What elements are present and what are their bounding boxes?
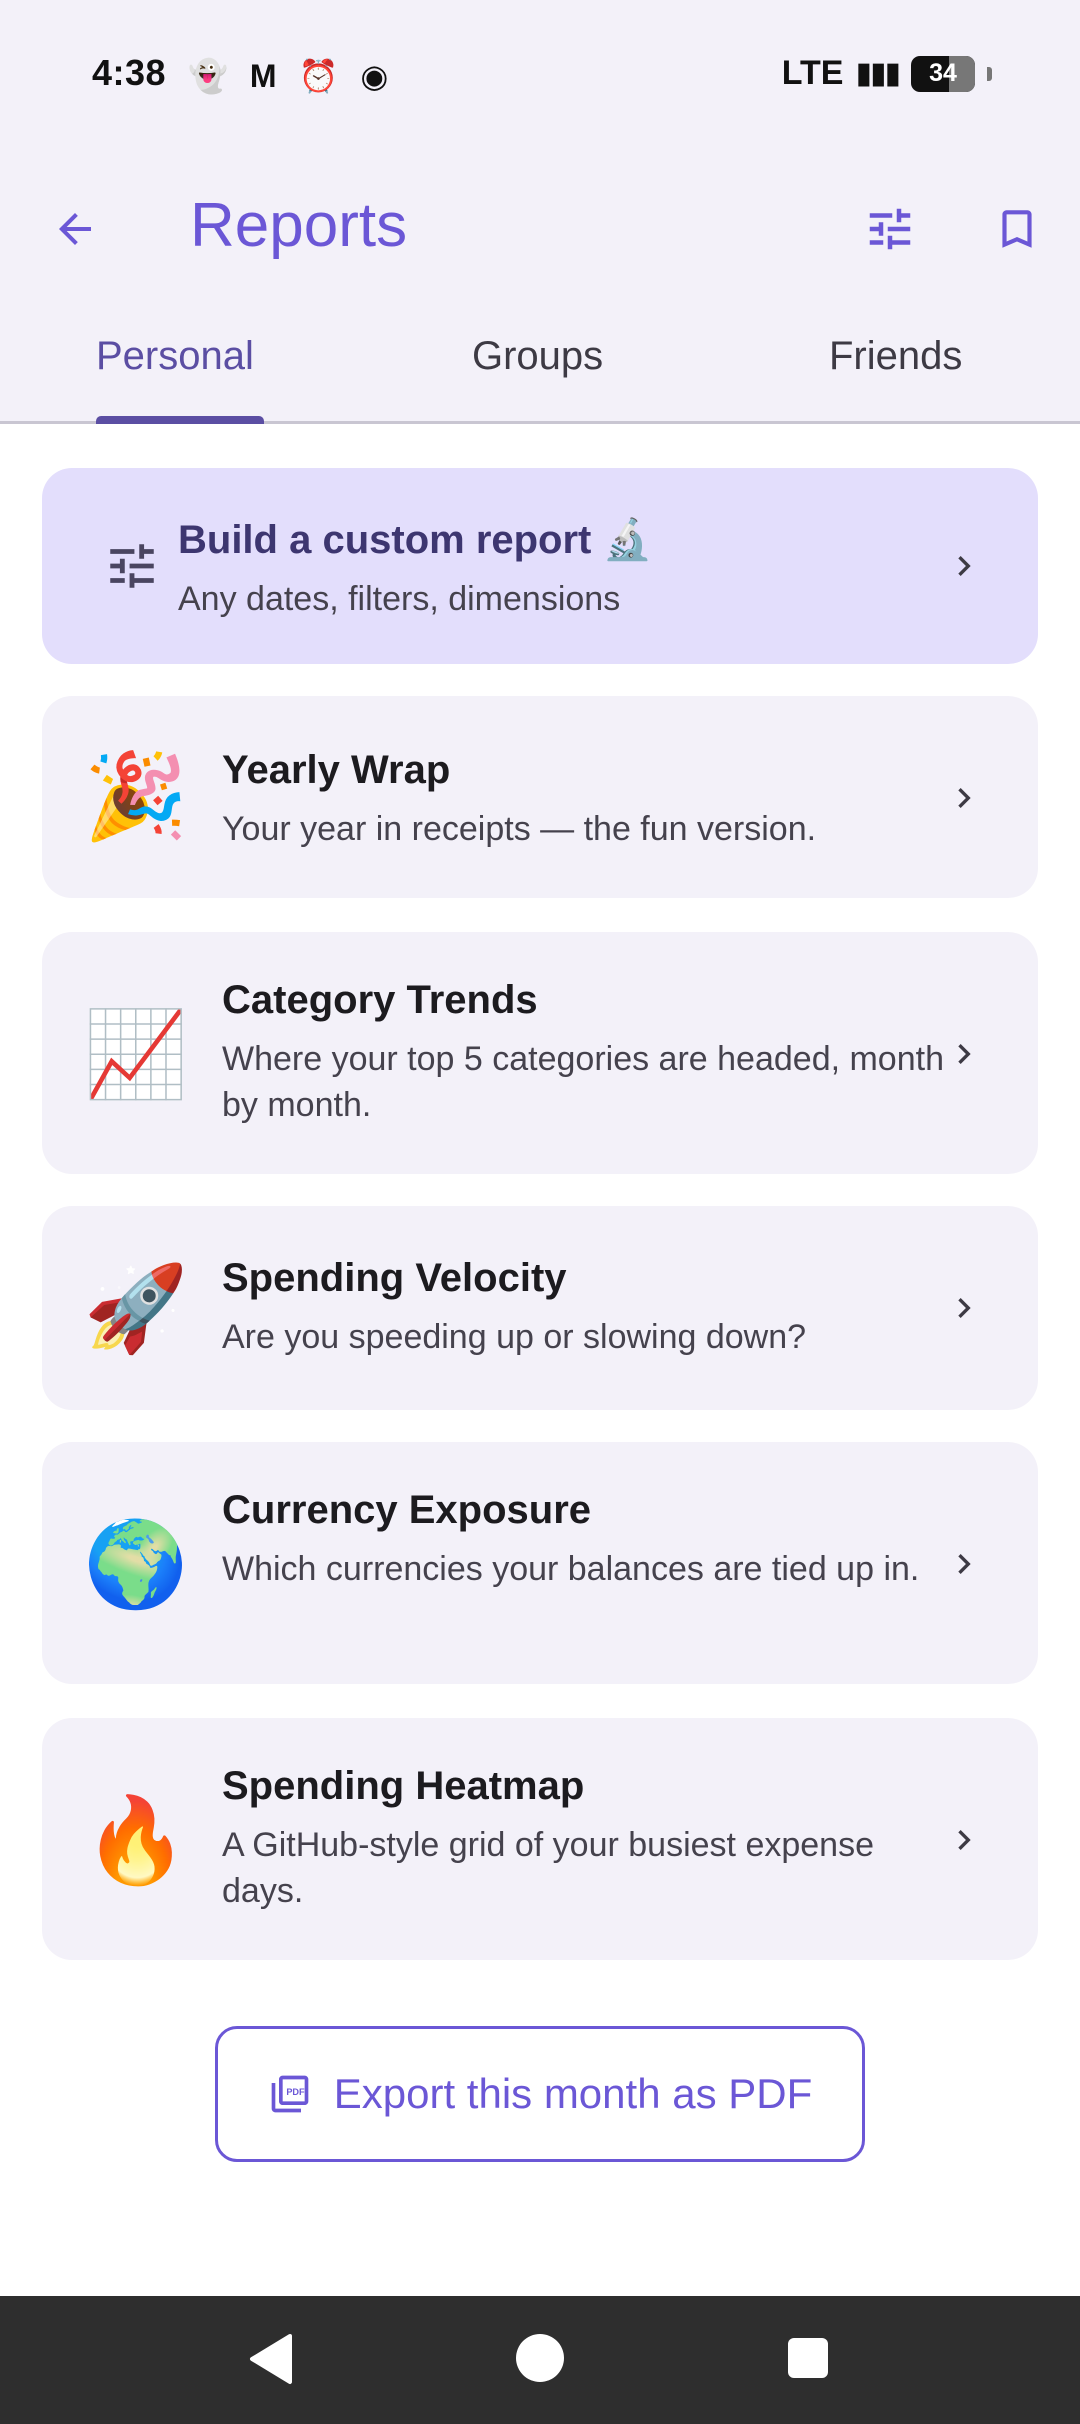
snapchat-icon: 👻 bbox=[188, 58, 228, 94]
nav-recents-icon[interactable] bbox=[788, 2338, 828, 2378]
chevron-right-icon bbox=[944, 1288, 984, 1328]
tab-personal[interactable]: Personal bbox=[96, 334, 254, 379]
fire-icon: 🔥 bbox=[83, 1793, 189, 1887]
chevron-right-icon bbox=[944, 546, 984, 586]
filter-button[interactable] bbox=[855, 194, 925, 264]
custom-report-subtitle: Any dates, filters, dimensions bbox=[178, 580, 621, 618]
chevron-right-icon bbox=[944, 1544, 984, 1584]
bookmark-button[interactable] bbox=[982, 194, 1052, 264]
network-type: LTE bbox=[781, 54, 844, 92]
report-subtitle: Your year in receipts — the fun version. bbox=[222, 810, 817, 848]
back-button[interactable] bbox=[40, 194, 110, 264]
chevron-right-icon bbox=[944, 778, 984, 818]
chevron-right-icon bbox=[944, 1820, 984, 1860]
report-card-category-trends[interactable]: 📈 Category Trends Where your top 5 categ… bbox=[42, 932, 1038, 1174]
tab-friends[interactable]: Friends bbox=[829, 334, 962, 379]
nav-home-icon[interactable] bbox=[516, 2334, 564, 2382]
report-subtitle: Where your top 5 categories are headed, … bbox=[222, 1040, 944, 1124]
report-card-yearly-wrap[interactable]: 🎉 Yearly Wrap Your year in receipts — th… bbox=[42, 696, 1038, 898]
app-bar: Reports bbox=[0, 150, 1080, 300]
notification-icons: 👻 M ⏰ ◉ bbox=[188, 56, 388, 96]
report-title: Spending Velocity bbox=[222, 1256, 567, 1300]
status-right: LTE ▮▮▮ 34 bbox=[782, 54, 992, 93]
report-card-currency-exposure[interactable]: 🌍 Currency Exposure Which currencies you… bbox=[42, 1442, 1038, 1684]
nav-back-icon[interactable] bbox=[246, 2332, 296, 2386]
svg-text:PDF: PDF bbox=[286, 2087, 305, 2097]
party-popper-icon: 🎉 bbox=[83, 749, 189, 843]
custom-report-title: Build a custom report 🔬 bbox=[178, 518, 653, 562]
report-subtitle: Which currencies your balances are tied … bbox=[222, 1550, 920, 1588]
alarm-icon: ⏰ bbox=[298, 58, 339, 94]
bookmark-icon bbox=[1002, 210, 1032, 248]
custom-report-card[interactable]: Build a custom report 🔬 Any dates, filte… bbox=[42, 468, 1038, 664]
export-pdf-button[interactable]: PDF Export this month as PDF bbox=[215, 2026, 865, 2162]
report-subtitle: Are you speeding up or slowing down? bbox=[222, 1318, 807, 1356]
active-tab-indicator bbox=[96, 416, 264, 424]
gmail-icon: M bbox=[249, 58, 277, 94]
rocket-icon: 🚀 bbox=[83, 1261, 189, 1355]
tune-icon bbox=[82, 516, 182, 616]
status-time: 4:38 bbox=[92, 52, 167, 93]
battery-level: 34 bbox=[929, 59, 957, 87]
report-title: Yearly Wrap bbox=[222, 748, 451, 792]
chevron-right-icon bbox=[944, 1034, 984, 1074]
tab-groups[interactable]: Groups bbox=[472, 334, 603, 379]
report-title: Currency Exposure bbox=[222, 1488, 592, 1532]
report-card-spending-velocity[interactable]: 🚀 Spending Velocity Are you speeding up … bbox=[42, 1206, 1038, 1410]
report-list: Build a custom report 🔬 Any dates, filte… bbox=[0, 424, 1080, 2296]
globe-icon: 🌍 bbox=[83, 1517, 189, 1611]
report-subtitle: A GitHub-style grid of your busiest expe… bbox=[222, 1826, 874, 1910]
report-title: Category Trends bbox=[222, 978, 538, 1022]
report-card-spending-heatmap[interactable]: 🔥 Spending Heatmap A GitHub-style grid o… bbox=[42, 1718, 1038, 1960]
status-bar: 4:38 👻 M ⏰ ◉ LTE ▮▮▮ 34 bbox=[0, 0, 1080, 150]
chart-increasing-icon: 📈 bbox=[83, 1007, 189, 1101]
record-icon: ◉ bbox=[360, 58, 389, 94]
export-label: Export this month as PDF bbox=[333, 2070, 813, 2117]
tab-bar: Personal Groups Friends bbox=[0, 300, 1080, 424]
pdf-icon: PDF bbox=[271, 2075, 309, 2113]
battery-icon: 34 bbox=[911, 55, 975, 92]
report-title: Spending Heatmap bbox=[222, 1764, 585, 1808]
signal-icon: ▮▮▮ bbox=[855, 57, 901, 90]
arrow-left-icon bbox=[59, 213, 91, 245]
tune-icon bbox=[869, 208, 911, 250]
page-title: Reports bbox=[190, 191, 408, 260]
system-nav-bar bbox=[0, 2296, 1080, 2424]
